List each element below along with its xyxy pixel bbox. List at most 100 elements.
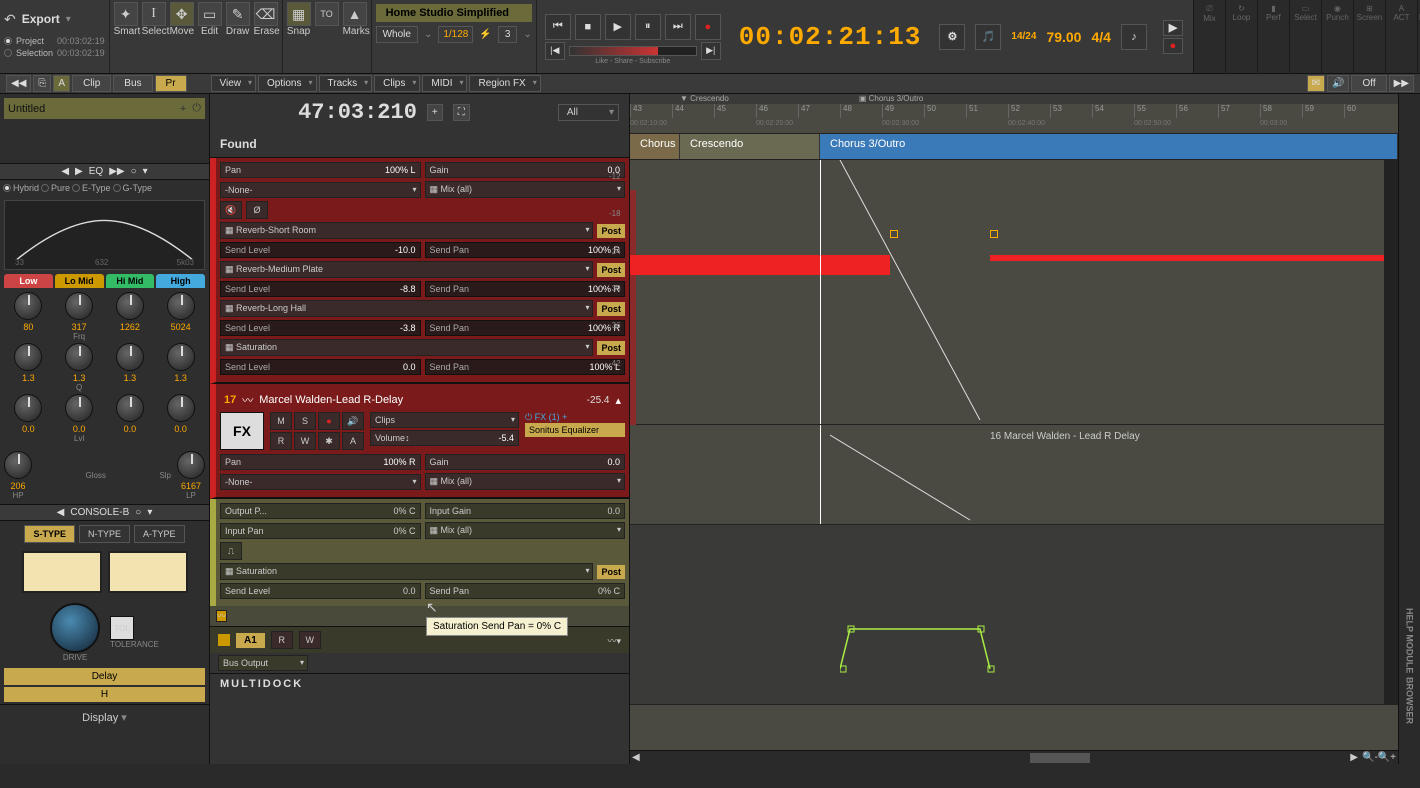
bus-tab[interactable]: Bus <box>113 75 152 92</box>
nav-a-icon[interactable]: A <box>53 75 70 92</box>
band-lomid[interactable]: Lo Mid <box>55 274 104 288</box>
write-button[interactable]: W <box>294 432 316 450</box>
add-icon[interactable]: + <box>180 103 186 115</box>
nav-right-icon[interactable]: ▶▶ <box>1389 75 1414 92</box>
metronome-icon[interactable]: 🎵 <box>975 24 1001 50</box>
marker-lane[interactable]: ▼ Crescendo ▣ Chorus 3/Outro <box>630 94 1398 104</box>
send-1-pan[interactable]: Send Pan100% R <box>425 281 626 297</box>
rec-mode-icon[interactable]: ● <box>1163 38 1183 54</box>
filter-all-select[interactable]: All <box>558 104 619 121</box>
send-2-level[interactable]: Send Level-3.8 <box>220 320 421 336</box>
a1-read[interactable]: R <box>271 631 293 649</box>
send-3-name[interactable]: ▦ Saturation <box>220 339 593 356</box>
sat-send-level[interactable]: Send Level0.0 <box>220 583 421 599</box>
snap-icon[interactable]: ▦ <box>287 2 311 26</box>
drive-knob[interactable] <box>50 603 100 653</box>
track-name-field[interactable]: Untitled + ⏻ <box>4 98 205 119</box>
forward-button[interactable]: ⏭ <box>665 14 691 40</box>
read-button[interactable]: R <box>270 432 292 450</box>
gain-17-field[interactable]: Gain0.0 <box>425 454 626 470</box>
send-1-name[interactable]: ▦ Reverb-Medium Plate <box>220 261 593 278</box>
scroll-right-icon[interactable]: ▶ <box>1350 752 1358 763</box>
lvl-low-knob[interactable] <box>14 394 42 422</box>
eq-expand-icon[interactable]: ▾ <box>143 166 148 177</box>
sat-send-pan[interactable]: Send Pan0% C <box>425 583 626 599</box>
bus-output-select[interactable]: Bus Output <box>218 655 308 671</box>
bar-53[interactable]: 53 <box>1050 104 1062 118</box>
eq-power-icon[interactable]: ○ <box>131 166 137 177</box>
arm-button[interactable]: ● <box>318 412 340 430</box>
solo-button[interactable]: S <box>294 412 316 430</box>
ntype-tab[interactable]: N-TYPE <box>79 525 130 543</box>
strip-mix[interactable]: ⎚Mix <box>1193 0 1225 74</box>
time-ruler[interactable]: 43444546474849505152535455565758596000:0… <box>630 104 1398 134</box>
project-radio[interactable] <box>4 37 12 45</box>
a1-color-icon[interactable] <box>218 634 230 646</box>
pure-radio[interactable] <box>41 184 49 192</box>
console-header[interactable]: ◀ CONSOLE-B ○ ▾ <box>0 504 209 521</box>
eq-curve-display[interactable]: 33 632 5k03 <box>4 200 205 270</box>
audio-clip-2[interactable] <box>990 255 1398 261</box>
console-prev-icon[interactable]: ◀ <box>57 507 65 518</box>
etype-radio[interactable] <box>72 184 80 192</box>
selection-radio[interactable] <box>4 49 12 57</box>
erase-tool-icon[interactable]: ⌫ <box>254 2 278 26</box>
input-pan-field[interactable]: Input Pan0% C <box>220 523 421 539</box>
auto-wave-icon[interactable]: 〰 <box>216 610 227 622</box>
clips-select[interactable]: Clips <box>370 412 519 428</box>
lp-knob[interactable] <box>177 451 205 479</box>
bar-57[interactable]: 57 <box>1218 104 1230 118</box>
zoom-in-icon[interactable]: 🔍+ <box>1378 752 1396 763</box>
automation-curve[interactable] <box>840 624 1040 674</box>
send-2-pan[interactable]: Send Pan100% R <box>425 320 626 336</box>
bar-46[interactable]: 46 <box>756 104 768 118</box>
bar-52[interactable]: 52 <box>1008 104 1020 118</box>
bus-meter-icon[interactable]: ⎍ <box>220 542 242 560</box>
help-module-tab[interactable]: HELP MODULE <box>1405 608 1415 673</box>
strip-act[interactable]: AACT <box>1385 0 1417 74</box>
saturation-send[interactable]: ▦ Saturation <box>220 563 593 580</box>
a1-label[interactable]: A1 <box>236 633 265 648</box>
band-himid[interactable]: Hi Mid <box>106 274 155 288</box>
rewind-button[interactable]: ⏮ <box>545 14 571 40</box>
horizontal-scrollbar[interactable]: ◀ ▶ 🔍- 🔍+ <box>630 750 1398 764</box>
speaker-icon[interactable]: 🔊 <box>1327 75 1349 92</box>
add-fx-icon[interactable]: + <box>562 412 567 422</box>
strip-punch[interactable]: ◉Punch <box>1321 0 1353 74</box>
midi-menu[interactable]: MIDI <box>422 75 467 92</box>
track-expand-icon[interactable]: ▴ <box>615 394 621 407</box>
bar-50[interactable]: 50 <box>924 104 936 118</box>
audio-lane-1[interactable] <box>630 160 1398 425</box>
strip-loop[interactable]: ↻Loop <box>1225 0 1257 74</box>
pan-field[interactable]: Pan100% L <box>220 162 421 178</box>
console-power-icon[interactable]: ○ <box>135 507 141 518</box>
atype-tab[interactable]: A-TYPE <box>134 525 185 543</box>
select-tool-icon[interactable]: I <box>142 2 166 26</box>
prev-icon[interactable]: ◀ <box>61 166 69 177</box>
options-menu[interactable]: Options <box>258 75 316 92</box>
bar-47[interactable]: 47 <box>798 104 810 118</box>
bar-58[interactable]: 58 <box>1260 104 1272 118</box>
eq-header[interactable]: ◀ ▶ EQ ▶▶ ○ ▾ <box>0 163 209 180</box>
q-himid-knob[interactable] <box>116 343 144 371</box>
frq-himid-knob[interactable] <box>116 292 144 320</box>
saturation-post[interactable]: Post <box>597 565 625 579</box>
audio-engine-icon[interactable]: ⚙ <box>939 24 965 50</box>
q-lomid-knob[interactable] <box>65 343 93 371</box>
strip-screen[interactable]: ⊞Screen <box>1353 0 1385 74</box>
input-gain-field[interactable]: Input Gain0.0 <box>425 503 626 519</box>
output-p-field[interactable]: Output P...0% C <box>220 503 421 519</box>
envelope-line[interactable] <box>820 160 1020 420</box>
gain-field[interactable]: Gain0.0 <box>425 162 626 178</box>
track-17-header[interactable]: 17 〰 Marcel Walden-Lead R-Delay -25.4 ▴ <box>220 388 625 412</box>
output-17-select[interactable]: -None- <box>220 474 421 490</box>
section-outro[interactable]: Chorus 3/Outro <box>820 134 1398 159</box>
tol-button[interactable]: TOL <box>110 616 134 640</box>
next-icon[interactable]: ▶▶ <box>109 166 124 177</box>
a1-write[interactable]: W <box>299 631 321 649</box>
bar-43[interactable]: 43 <box>630 104 642 118</box>
strip-perf[interactable]: ▮Perf <box>1257 0 1289 74</box>
tempo-value[interactable]: 79.00 <box>1046 29 1081 45</box>
pan-17-field[interactable]: Pan100% R <box>220 454 421 470</box>
strip-select[interactable]: ▭Select <box>1289 0 1321 74</box>
